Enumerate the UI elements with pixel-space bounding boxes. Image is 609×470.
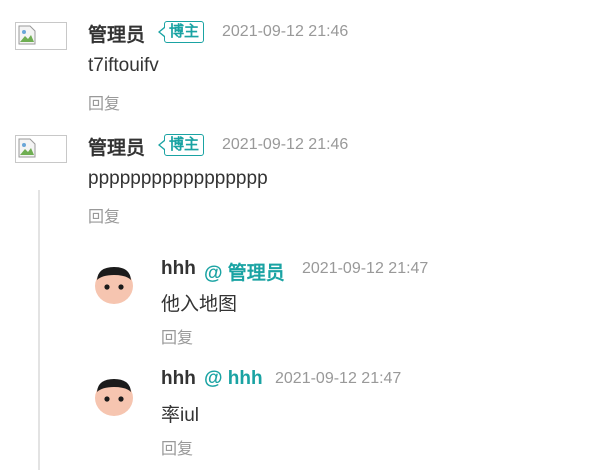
reply-time: 2021-09-12 21:47	[302, 260, 429, 277]
comment-author: 管理员	[88, 138, 146, 159]
mention-link[interactable]: @ 管理员	[204, 258, 285, 285]
reply-content: 他入地图	[161, 294, 238, 315]
broken-image-icon	[15, 22, 67, 50]
reply-button[interactable]: 回复	[161, 324, 193, 348]
reply-content: 率iul	[161, 405, 200, 426]
reply-author: hhh	[161, 368, 196, 389]
comment-author: 管理员	[88, 25, 146, 46]
comment-time: 2021-09-12 21:46	[222, 23, 349, 40]
reply-button[interactable]: 回复	[88, 90, 120, 114]
comment-time: 2021-09-12 21:46	[222, 136, 349, 153]
reply-author: hhh	[161, 258, 196, 279]
avatar	[95, 379, 133, 416]
mention-link[interactable]: @ hhh	[204, 368, 263, 390]
reply-button[interactable]: 回复	[88, 203, 120, 227]
author-badge: 博主	[157, 134, 205, 156]
comment-content: ppppppppppppppppp	[88, 168, 268, 189]
comment-content: t7iftouifv	[88, 55, 159, 76]
thread-line	[38, 190, 40, 470]
reply-time: 2021-09-12 21:47	[275, 370, 402, 387]
author-badge: 博主	[157, 21, 205, 43]
avatar	[95, 267, 133, 304]
broken-image-icon	[15, 135, 67, 163]
reply-button[interactable]: 回复	[161, 435, 193, 459]
